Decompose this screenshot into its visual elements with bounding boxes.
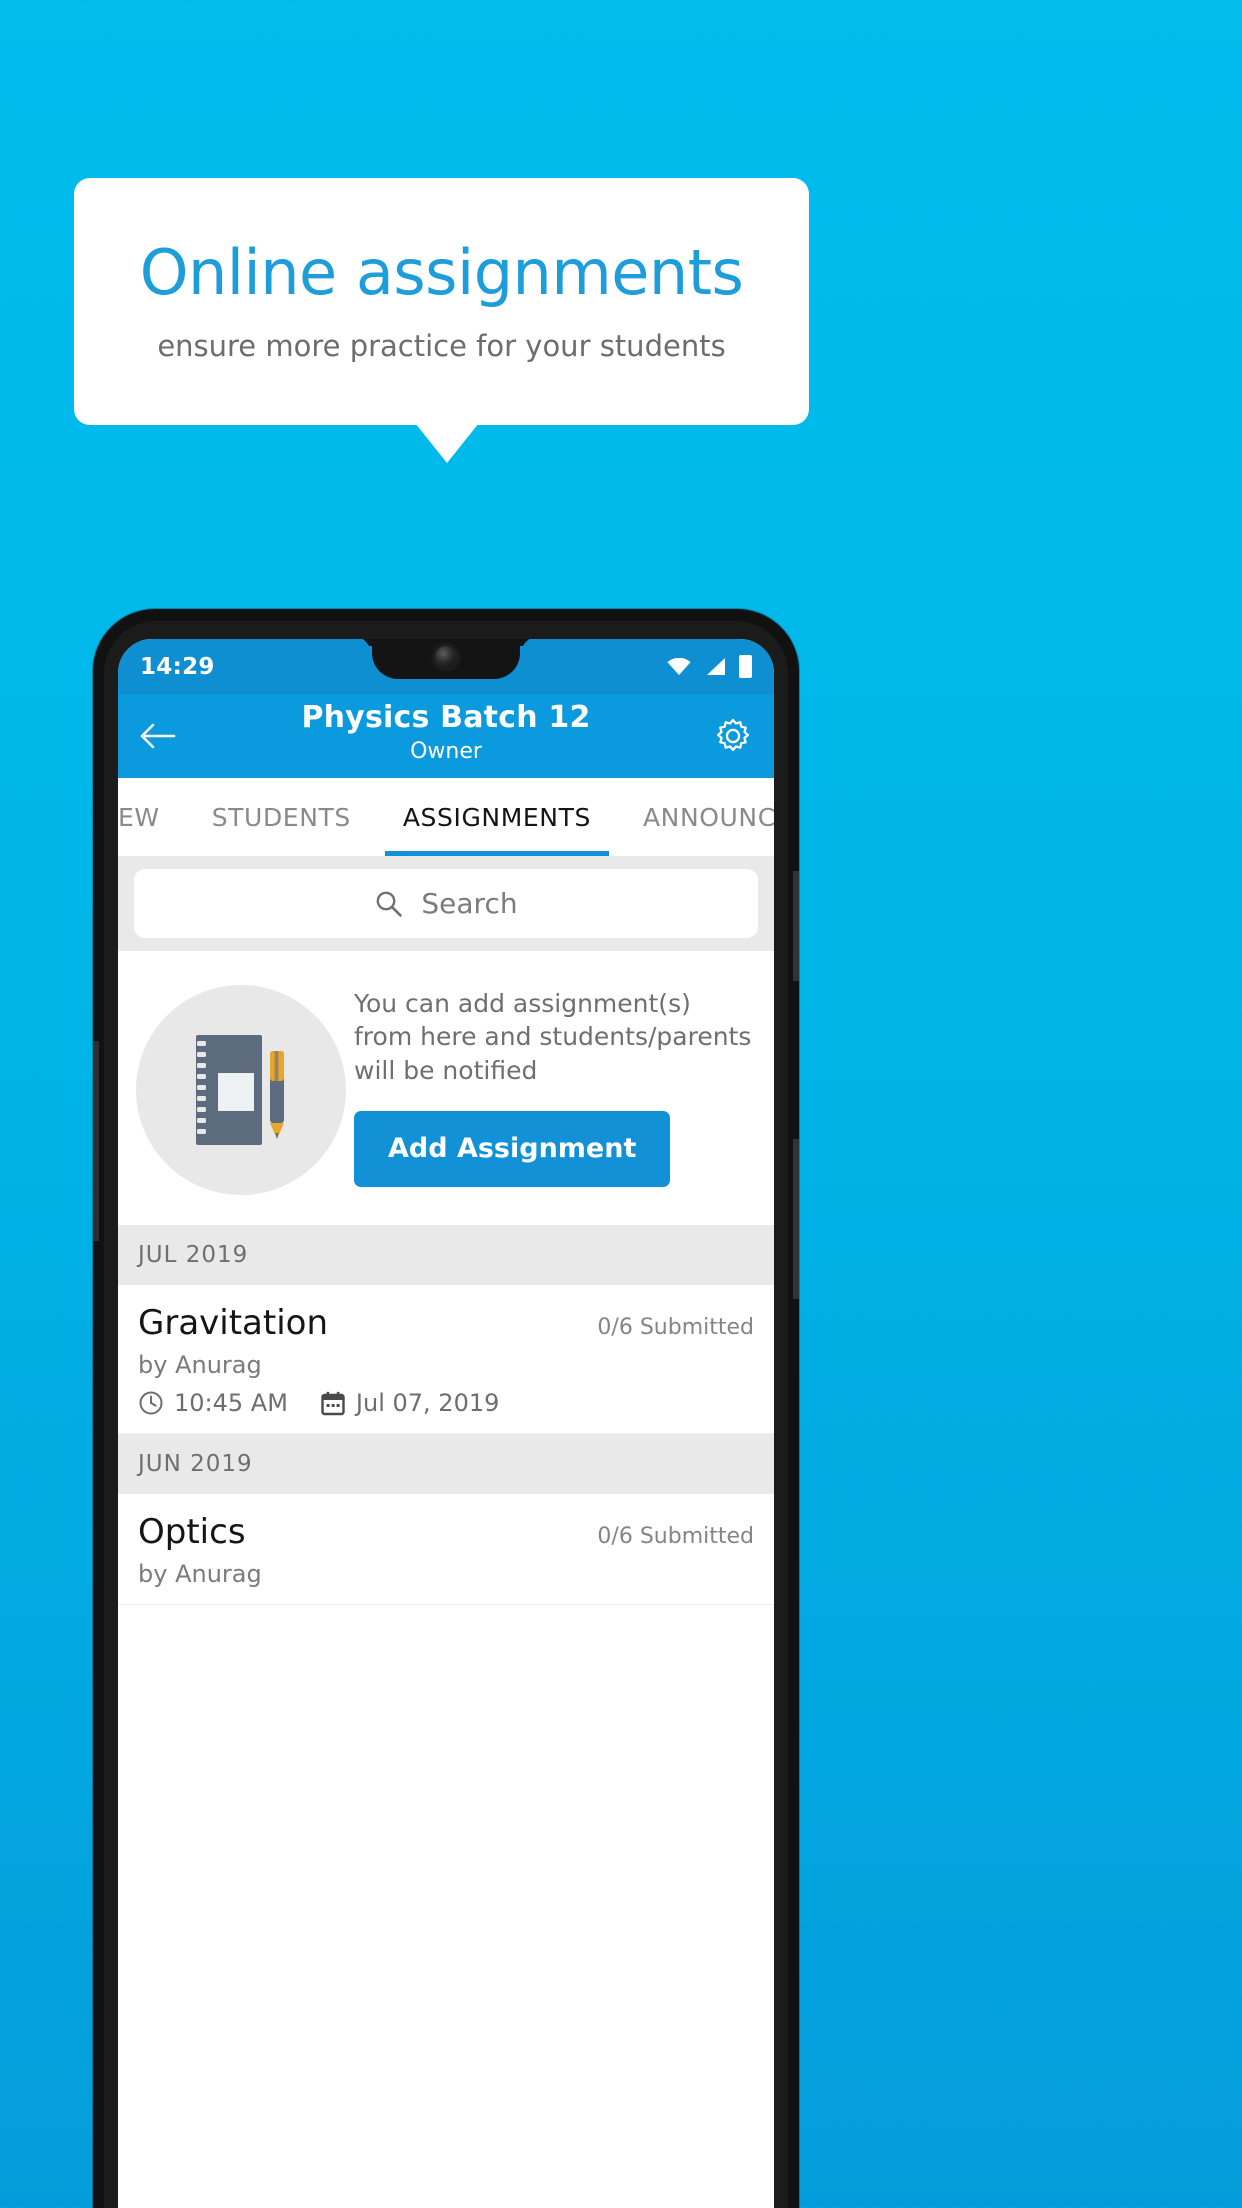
- add-assignment-button[interactable]: Add Assignment: [354, 1110, 671, 1187]
- assignment-time: 10:45 AM: [174, 1389, 288, 1417]
- tab-announcements[interactable]: ANNOUNCEM: [617, 778, 774, 856]
- assignment-row-top: Gravitation 0/6 Submitted: [138, 1303, 754, 1343]
- tab-assignments-label: ASSIGNMENTS: [402, 802, 591, 832]
- assignment-status-badge: 0/6 Submitted: [597, 1524, 754, 1549]
- status-bar-clock: 14:29: [140, 653, 215, 680]
- empty-state-content: You can add assignment(s) from here and …: [354, 977, 756, 1187]
- back-arrow-icon[interactable]: [140, 721, 176, 751]
- calendar-icon: [321, 1391, 345, 1416]
- battery-icon: [739, 655, 752, 678]
- wifi-icon: [667, 658, 691, 675]
- notebook-and-pen-icon: [136, 985, 346, 1195]
- app-bar-titles: Physics Batch 12 Owner: [118, 700, 774, 764]
- clock-icon: [139, 1391, 163, 1415]
- page-subtitle: Owner: [410, 739, 482, 764]
- page-title: Physics Batch 12: [301, 700, 591, 735]
- tab-bar: IEW STUDENTS ASSIGNMENTS ANNOUNCEM: [118, 778, 774, 856]
- assignment-title: Gravitation: [138, 1303, 329, 1343]
- phone-notch: [372, 639, 520, 679]
- phone-mockup: 14:29 Physics Batch 12 Owner EW STUDENTS…: [93, 609, 799, 2208]
- front-camera: [435, 646, 457, 668]
- tab-overview-label: IEW: [118, 802, 160, 832]
- assignment-row-optics[interactable]: Optics 0/6 Submitted by Anurag: [118, 1494, 774, 1605]
- tab-students[interactable]: STUDENTS: [186, 778, 377, 856]
- status-bar-icons: [667, 655, 752, 678]
- status-bar: 14:29: [118, 639, 774, 694]
- assignment-row-top: Optics 0/6 Submitted: [138, 1512, 754, 1552]
- tab-announcements-label: ANNOUNCEM: [642, 802, 774, 832]
- phone-power-button[interactable]: [793, 871, 799, 981]
- assignment-date: Jul 07, 2019: [355, 1389, 500, 1417]
- gear-icon[interactable]: [714, 717, 752, 755]
- month-header-jul: JUL 2019: [118, 1225, 774, 1285]
- phone-left-volume-button[interactable]: [93, 1041, 99, 1241]
- app-bar: Physics Batch 12 Owner: [118, 694, 774, 778]
- phone-right-volume-button[interactable]: [793, 1139, 799, 1299]
- assignment-title: Optics: [138, 1512, 246, 1552]
- promo-callout-tail: [415, 423, 479, 463]
- empty-state-text: You can add assignment(s) from here and …: [354, 989, 752, 1085]
- cellular-signal-icon: [707, 658, 725, 675]
- promo-title: Online assignments: [139, 235, 744, 309]
- assignment-status-badge: 0/6 Submitted: [597, 1315, 754, 1340]
- tab-assignments[interactable]: ASSIGNMENTS: [377, 778, 617, 856]
- empty-state-card: You can add assignment(s) from here and …: [118, 951, 774, 1225]
- tab-overview[interactable]: IEW: [118, 778, 186, 856]
- assignment-author: by Anurag: [138, 1560, 262, 1588]
- search-placeholder: Search: [421, 887, 518, 920]
- assignment-author: by Anurag: [138, 1351, 262, 1379]
- assignment-meta: 10:45 AM Jul 07, 2019: [138, 1389, 754, 1417]
- search-bar-container: Search: [118, 856, 774, 951]
- promo-subtitle: ensure more practice for your students: [157, 329, 726, 364]
- search-input[interactable]: Search: [134, 869, 758, 938]
- tab-students-label: STUDENTS: [211, 802, 351, 832]
- phone-screen: 14:29 Physics Batch 12 Owner EW STUDENTS…: [118, 639, 774, 2208]
- assignment-row-gravitation[interactable]: Gravitation 0/6 Submitted by Anurag 10:4…: [118, 1285, 774, 1434]
- month-header-jun: JUN 2019: [118, 1434, 774, 1494]
- search-icon: [376, 891, 403, 917]
- promo-callout-card: Online assignments ensure more practice …: [74, 178, 809, 425]
